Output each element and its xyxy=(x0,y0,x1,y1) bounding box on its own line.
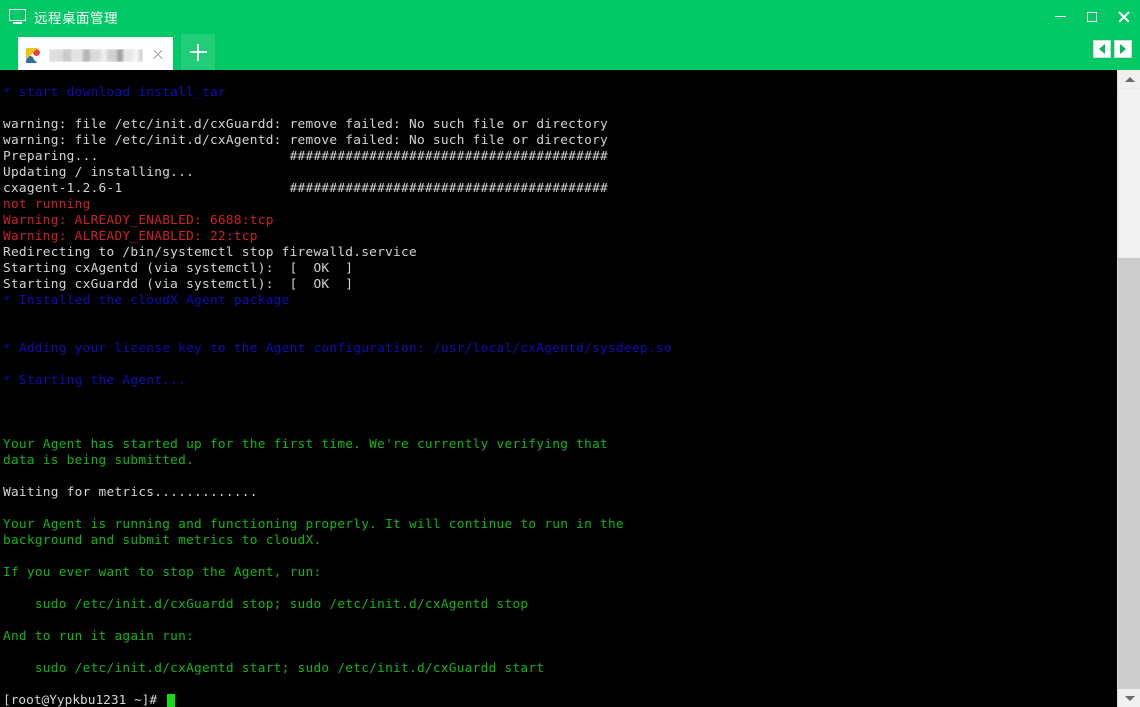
maximize-icon xyxy=(1087,11,1097,22)
terminal-line: Updating / installing... xyxy=(3,165,195,180)
chevron-up-icon xyxy=(1124,76,1135,82)
minimize-icon xyxy=(1054,15,1066,18)
terminal-line: * start download install_tar xyxy=(3,85,226,100)
tab-nav-next-button[interactable] xyxy=(1114,40,1132,58)
terminal-line: Preparing... ###########################… xyxy=(3,149,608,164)
remote-desktop-window: 远程桌面管理 * start download install_tar warn… xyxy=(0,0,1140,707)
tab-session-1[interactable] xyxy=(18,37,173,73)
title-bar: 远程桌面管理 xyxy=(0,0,1140,33)
redaction-overlay xyxy=(49,48,143,62)
terminal-line: background and submit metrics to cloudX. xyxy=(3,533,322,548)
terminal-line: * Starting the Agent... xyxy=(3,373,187,388)
terminal-line: cxagent-1.2.6-1 ########################… xyxy=(3,181,608,196)
plus-icon xyxy=(189,43,207,61)
terminal-line: If you ever want to stop the Agent, run: xyxy=(3,565,322,580)
terminal-area: * start download install_tar warning: fi… xyxy=(0,70,1140,707)
terminal-line: not running xyxy=(3,197,91,212)
terminal-line: And to run it again run: xyxy=(3,629,195,644)
monitor-icon xyxy=(9,9,26,24)
terminal-line: Starting cxGuardd (via systemctl): [ OK … xyxy=(3,277,354,292)
terminal-line: data is being submitted. xyxy=(3,453,195,468)
monitor-icon-stand xyxy=(13,22,22,24)
new-tab-button[interactable] xyxy=(181,34,215,70)
tab-strip xyxy=(0,33,1140,73)
minimize-button[interactable] xyxy=(1044,0,1076,33)
tab-nav-prev-button[interactable] xyxy=(1093,40,1111,58)
monitor-icon-screen xyxy=(9,9,26,21)
terminal-line: * Adding your license key to the Agent c… xyxy=(3,341,672,356)
terminal-line: sudo /etc/init.d/cxGuardd stop; sudo /et… xyxy=(3,597,529,612)
window-controls xyxy=(1044,0,1140,33)
terminal-line: Your Agent has started up for the first … xyxy=(3,437,608,452)
tab-close-icon[interactable] xyxy=(149,46,167,64)
terminal-line: warning: file /etc/init.d/cxGuardd: remo… xyxy=(3,117,608,132)
scroll-up-button[interactable] xyxy=(1118,70,1140,88)
remote-session-icon xyxy=(26,47,41,63)
chevron-right-icon xyxy=(1120,44,1126,54)
scroll-down-button[interactable] xyxy=(1118,689,1140,707)
chevron-left-icon xyxy=(1099,44,1105,54)
terminal-line: Warning: ALREADY_ENABLED: 6688:tcp xyxy=(3,213,274,228)
terminal-output[interactable]: * start download install_tar warning: fi… xyxy=(0,70,1117,707)
terminal-line: Your Agent is running and functioning pr… xyxy=(3,517,624,532)
tab-nav-buttons xyxy=(1093,40,1132,58)
scrollbar-thumb[interactable] xyxy=(1118,88,1140,258)
terminal-line: Redirecting to /bin/systemctl stop firew… xyxy=(3,245,417,260)
terminal-line: warning: file /etc/init.d/cxAgentd: remo… xyxy=(3,133,608,148)
app-title: 远程桌面管理 xyxy=(34,10,118,27)
terminal-line: Starting cxAgentd (via systemctl): [ OK … xyxy=(3,261,354,276)
terminal-cursor xyxy=(166,694,175,707)
maximize-button[interactable] xyxy=(1076,0,1108,33)
terminal-scrollbar[interactable] xyxy=(1117,70,1140,707)
terminal-line: Warning: ALREADY_ENABLED: 22:tcp xyxy=(3,229,258,244)
tab-label-redacted xyxy=(49,48,143,62)
terminal-line: Waiting for metrics............. xyxy=(3,485,258,500)
terminal-prompt: [root@Yypkbu1231 ~]# xyxy=(3,693,1117,707)
terminal-line: * Installed the cloudX Agent package xyxy=(3,293,290,308)
close-icon xyxy=(1118,11,1130,23)
close-button[interactable] xyxy=(1108,0,1140,33)
prompt-text: [root@Yypkbu1231 ~]# xyxy=(3,693,165,707)
scrollbar-track[interactable] xyxy=(1118,88,1140,689)
terminal-line: sudo /etc/init.d/cxAgentd start; sudo /e… xyxy=(3,661,545,676)
title-bar-left: 远程桌面管理 xyxy=(9,0,118,33)
chevron-down-icon xyxy=(1124,695,1135,701)
